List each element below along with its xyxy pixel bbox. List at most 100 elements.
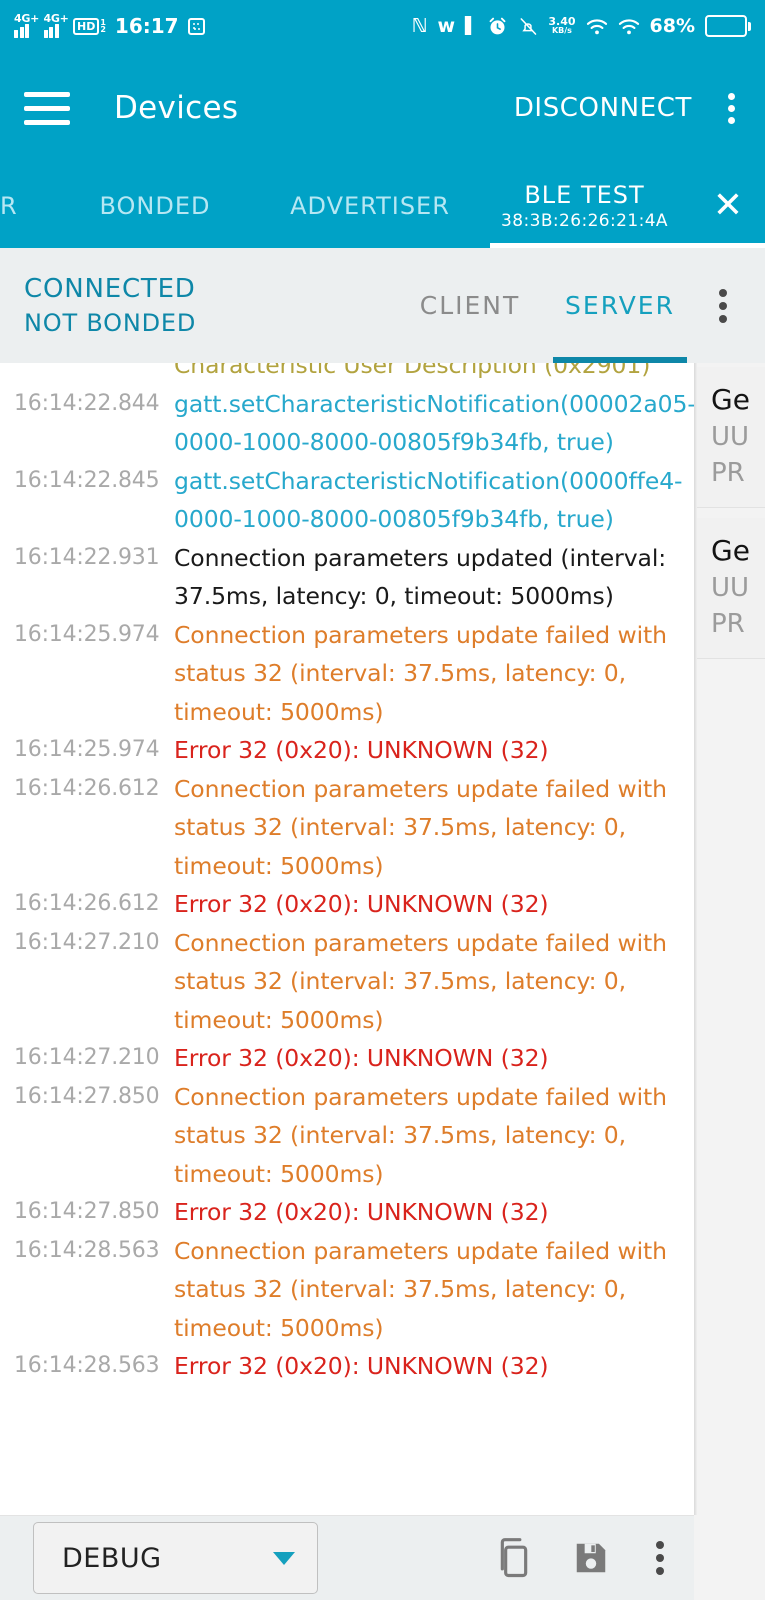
log-timestamp: 16:14:25.974 [14,737,160,762]
kebab-menu-icon[interactable] [648,1537,672,1579]
log-message: Connection parameters update failed with… [174,1082,667,1188]
log-message: gatt.setCharacteristicNotification(00002… [174,389,694,457]
data-rate-indicator: 3.40 KB/s [548,15,576,35]
log-message: Error 32 (0x20): UNKNOWN (32) [174,736,549,764]
status-badge-bonded: NOT BONDED [24,308,197,337]
service-name: Ge [711,383,750,416]
data-rate-value: 3.40 [548,15,576,28]
log-row: 16:14:27.210 Connection parameters update… [0,924,694,1040]
hd-label: HD [73,17,100,35]
log-message: Connection parameters update failed with… [174,774,667,880]
kebab-menu-icon[interactable] [713,283,733,329]
status-bar: 4G+ 4G+ HD 1 2 16:17 ℕ w ▌ 3.40 KB/s 68% [0,0,765,52]
log-toolbar-actions [494,1536,694,1580]
log-message: Error 32 (0x20): UNKNOWN (32) [174,1044,549,1072]
log-toolbar: DEBUG [0,1515,694,1600]
save-icon[interactable] [572,1538,610,1578]
log-message: gatt.setCharacteristicNotification(0000f… [174,466,683,534]
log-message: Error 32 (0x20): UNKNOWN (32) [174,1352,549,1380]
log-list: Characteristic User Description (0x2901)… [0,363,694,1386]
bluetooth-icon: w [437,14,456,37]
log-row: 16:14:22.845 gatt.setCharacteristicNotifi… [0,462,694,539]
status-clock: 16:17 [114,14,179,38]
bell-off-icon [520,17,537,35]
wifi-icon [586,18,608,35]
network-type-label-1: 4G+ [14,12,39,25]
tab-bonded-label: BONDED [99,192,211,220]
battery-percent-label: 68% [649,15,695,37]
service-card[interactable]: Ge UU PR [697,367,765,508]
log-message: Characteristic User Description (0x2901) [174,363,651,379]
tab-advertiser[interactable]: ADVERTISER [264,164,476,248]
log-timestamp: 16:14:25.974 [14,621,160,647]
log-timestamp: 16:14:28.563 [14,1237,160,1263]
log-row: 16:14:27.210 Error 32 (0x20): UNKNOWN (32… [0,1039,694,1078]
service-uuid: UU [711,422,750,452]
log-row: 16:14:25.974 Connection parameters update… [0,616,694,732]
status-bar-left: 4G+ 4G+ HD 1 2 16:17 [14,12,205,38]
log-row: 16:14:25.974 Error 32 (0x20): UNKNOWN (32… [0,731,694,770]
signal-strength-icon-1: 4G+ [14,12,39,38]
tab-client[interactable]: CLIENT [395,248,545,363]
wifi-icon-secondary [618,18,640,35]
log-message: Connection parameters updated (interval:… [174,543,667,611]
close-icon[interactable]: ✕ [713,188,743,224]
log-row: Characteristic User Description (0x2901) [0,363,694,385]
log-timestamp: 16:14:28.563 [14,1353,160,1378]
vibrate-icon: ▌ [465,16,478,35]
log-message: Error 32 (0x20): UNKNOWN (32) [174,1198,549,1226]
hd-voice-icon: HD 1 2 [73,17,106,35]
signal-strength-icon-2: 4G+ [43,12,69,38]
log-timestamp: 16:14:26.612 [14,891,160,916]
hd-sim-2: 2 [100,25,106,34]
tab-ble-test-address: 38:3B:26:26:21:4A [501,211,668,231]
tab-server[interactable]: SERVER [545,248,695,363]
log-timestamp: 16:14:27.850 [14,1083,160,1109]
connection-subheader: CONNECTED NOT BONDED CLIENT SERVER [0,248,765,363]
log-timestamp: 16:14:26.612 [14,775,160,801]
connection-status: CONNECTED NOT BONDED [0,272,196,340]
service-type: PR [711,609,745,639]
bottom-right-filler [694,1515,765,1600]
copy-icon[interactable] [494,1536,534,1580]
tab-advertiser-label: ADVERTISER [290,192,450,220]
main-content: Characteristic User Description (0x2901)… [0,363,765,1515]
log-message: Error 32 (0x20): UNKNOWN (32) [174,890,549,918]
log-timestamp: 16:14:27.210 [14,1045,160,1070]
network-type-label-2: 4G+ [43,12,69,25]
log-level-value: DEBUG [62,1542,162,1574]
status-bar-right: ℕ w ▌ 3.40 KB/s 68% [412,15,751,37]
log-timestamp: 16:14:27.210 [14,929,160,955]
log-level-select[interactable]: DEBUG [33,1522,318,1594]
service-name: Ge [711,534,750,567]
log-timestamp: 16:14:22.844 [14,390,160,416]
service-card[interactable]: Ge UU PR [697,518,765,659]
hamburger-menu-icon[interactable] [24,91,70,125]
services-pane[interactable]: Ge UU PR Ge UU PR [697,363,765,1515]
disconnect-button[interactable]: DISCONNECT [514,93,692,123]
log-row: 16:14:28.563 Connection parameters update… [0,1232,694,1348]
log-row: 16:14:22.931 Connection parameters update… [0,539,694,616]
battery-icon [705,15,751,37]
tab-client-label: CLIENT [419,291,521,320]
device-tab-bar: R BONDED ADVERTISER BLE TEST 38:3B:26:26… [0,164,765,248]
tab-ble-test-label: BLE TEST [524,181,645,209]
log-pane[interactable]: Characteristic User Description (0x2901)… [0,363,694,1515]
kebab-menu-icon[interactable] [722,87,741,130]
tab-partial-label: R [0,192,18,220]
log-message: Connection parameters update failed with… [174,928,667,1034]
service-type: PR [711,458,745,488]
qr-scan-icon [187,17,205,35]
status-badge-connected: CONNECTED [24,273,196,304]
log-timestamp: 16:14:22.845 [14,467,160,493]
log-row: 16:14:27.850 Connection parameters update… [0,1078,694,1194]
tab-partial-previous[interactable]: R [0,164,46,248]
tab-bonded[interactable]: BONDED [46,164,264,248]
data-rate-unit: KB/s [551,26,572,35]
chevron-down-icon [273,1551,295,1565]
client-server-tabs: CLIENT SERVER [395,248,765,363]
page-title: Devices [114,90,239,126]
nfc-icon: ℕ [411,14,428,37]
app-bar: Devices DISCONNECT [0,52,765,164]
log-row: 16:14:27.850 Error 32 (0x20): UNKNOWN (32… [0,1193,694,1232]
